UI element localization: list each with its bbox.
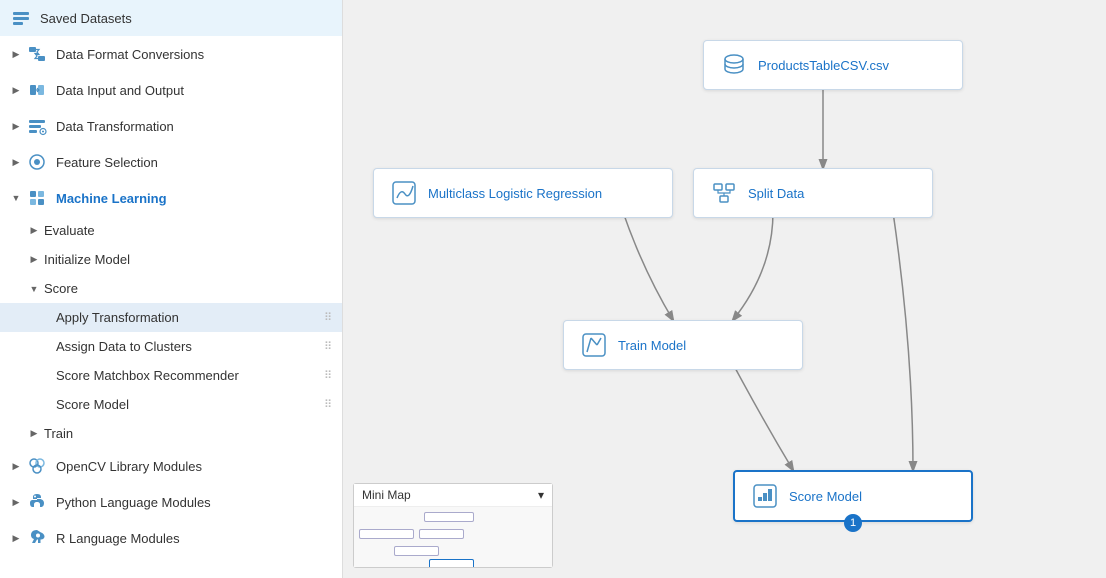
drag-handle-icon: ⠿ [324,311,332,324]
sidebar-item-label: Score Model [56,397,129,412]
node-label: Multiclass Logistic Regression [428,186,602,201]
sidebar-item-apply-transformation[interactable]: Apply Transformation ⠿ [0,303,342,332]
opencv-icon [26,455,48,477]
sidebar-item-feature-selection[interactable]: ▶ Feature Selection [0,144,342,180]
sidebar-item-data-input-output[interactable]: ▶ Data Input and Output [0,72,342,108]
sidebar-item-python[interactable]: ▶ Python Language Modules [0,484,342,520]
sidebar-item-label: R Language Modules [56,531,180,546]
regression-icon [390,179,418,207]
node-train-model[interactable]: Train Model [563,320,803,370]
minimap-dropdown-icon[interactable]: ▾ [538,488,544,502]
split-icon [710,179,738,207]
expand-arrow-icon: ▶ [10,84,22,96]
drag-handle-icon: ⠿ [324,369,332,382]
minimap-node-score [429,559,474,567]
expand-arrow-icon: ▶ [10,156,22,168]
sidebar-item-label: Data Format Conversions [56,47,204,62]
feature-icon [26,151,48,173]
expand-arrow-down-icon: ▼ [28,283,40,295]
sidebar-item-label: Evaluate [44,223,95,238]
expand-arrow-icon: ▶ [10,532,22,544]
node-label: Split Data [748,186,804,201]
canvas-area[interactable]: ProductsTableCSV.csv Split Data Multicla… [343,0,1106,578]
drag-handle-icon: ⠿ [324,398,332,411]
sidebar-item-evaluate[interactable]: ▶ Evaluate [0,216,342,245]
minimap-node-train [394,546,439,556]
sidebar-item-score-matchbox[interactable]: Score Matchbox Recommender ⠿ [0,361,342,390]
minimap-label: Mini Map [362,488,411,502]
sidebar-item-label: OpenCV Library Modules [56,459,202,474]
node-products-table[interactable]: ProductsTableCSV.csv [703,40,963,90]
sidebar-item-label: Apply Transformation [56,310,179,325]
minimap-node-multiclass [359,529,414,539]
db-icon [720,51,748,79]
sidebar-item-label: Python Language Modules [56,495,211,510]
sidebar-item-label: Data Input and Output [56,83,184,98]
sidebar-item-initialize-model[interactable]: ▶ Initialize Model [0,245,342,274]
ml-icon [26,187,48,209]
transform-icon [26,115,48,137]
score-badge: 1 [844,514,862,532]
input-output-icon [26,79,48,101]
minimap-node-split [419,529,464,539]
sidebar-item-label: Score Matchbox Recommender [56,368,239,383]
node-multiclass-logistic[interactable]: Multiclass Logistic Regression [373,168,673,218]
sidebar: Saved Datasets ▶ Data Format Conversions… [0,0,343,578]
sidebar-item-label: Machine Learning [56,191,167,206]
node-label: ProductsTableCSV.csv [758,58,889,73]
minimap-body [354,507,552,567]
expand-arrow-icon: ▶ [28,428,40,440]
expand-arrow-down-icon: ▼ [10,192,22,204]
drag-handle-icon: ⠿ [324,340,332,353]
expand-arrow-icon: ▶ [10,120,22,132]
sidebar-item-machine-learning[interactable]: ▼ Machine Learning [0,180,342,216]
sidebar-item-train[interactable]: ▶ Train [0,419,342,448]
node-split-data[interactable]: Split Data [693,168,933,218]
sidebar-item-score[interactable]: ▼ Score [0,274,342,303]
sidebar-item-label: Assign Data to Clusters [56,339,192,354]
conversion-icon [26,43,48,65]
expand-arrow-icon: ▶ [28,254,40,266]
minimap-container: Mini Map ▾ [353,483,553,568]
node-score-model[interactable]: Score Model 1 [733,470,973,522]
sidebar-item-opencv[interactable]: ▶ OpenCV Library Modules [0,448,342,484]
sidebar-item-label: Data Transformation [56,119,174,134]
expand-arrow-icon: ▶ [28,225,40,237]
sidebar-item-data-transformation[interactable]: ▶ Data Transformation [0,108,342,144]
train-icon [580,331,608,359]
minimap-header[interactable]: Mini Map ▾ [354,484,552,507]
node-label: Train Model [618,338,686,353]
sidebar-item-data-format-conversions[interactable]: ▶ Data Format Conversions [0,36,342,72]
python-icon [26,491,48,513]
expand-arrow-icon: ▶ [10,48,22,60]
sidebar-item-saved-datasets[interactable]: Saved Datasets [0,0,342,36]
sidebar-item-label: Score [44,281,78,296]
sidebar-item-label: Feature Selection [56,155,158,170]
minimap-node-products [424,512,474,522]
sidebar-item-assign-data-clusters[interactable]: Assign Data to Clusters ⠿ [0,332,342,361]
r-lang-icon [26,527,48,549]
sidebar-item-label: Train [44,426,73,441]
dataset-icon [10,7,32,29]
sidebar-item-r-lang[interactable]: ▶ R Language Modules [0,520,342,556]
sidebar-item-label: Saved Datasets [40,11,132,26]
score-icon [751,482,779,510]
node-label: Score Model [789,489,862,504]
sidebar-item-score-model[interactable]: Score Model ⠿ [0,390,342,419]
sidebar-item-label: Initialize Model [44,252,130,267]
expand-arrow-icon: ▶ [10,460,22,472]
expand-arrow-icon: ▶ [10,496,22,508]
